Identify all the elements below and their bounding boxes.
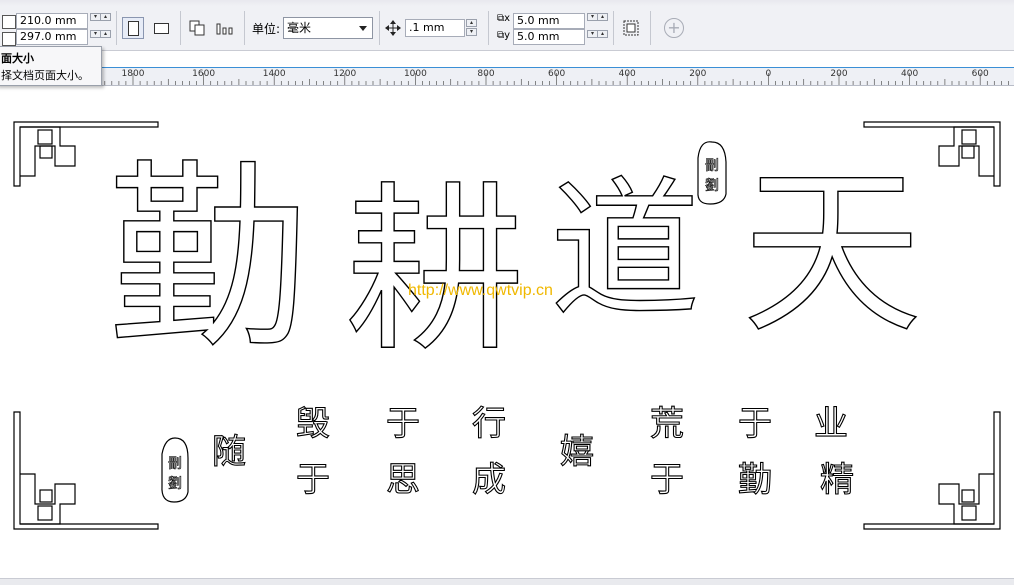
tooltip-description: 择文档页面大小。 (1, 69, 89, 82)
tooltip-title: 面大小 (1, 52, 34, 65)
separator (650, 11, 651, 45)
page-height-spin-down[interactable]: ▴ (100, 30, 111, 38)
ruler-label: 1800 (121, 69, 145, 79)
ruler-label: 600 (548, 69, 566, 79)
title-char: 耕 (344, 167, 526, 376)
ruler-label: 200 (689, 69, 707, 79)
separator (116, 11, 117, 45)
ruler-label: 1600 (192, 69, 216, 79)
separator (244, 11, 245, 45)
motto-char: 于 (385, 403, 420, 444)
motto-char: 于 (649, 459, 684, 500)
ruler-label: 400 (618, 69, 636, 79)
motto-char: 于 (295, 459, 330, 500)
motto-char: 嬉 (559, 431, 594, 472)
motto-char: 思 (385, 459, 420, 500)
ruler-ticks (5, 73, 1009, 85)
ruler-label: 800 (477, 69, 495, 79)
ruler-label: 1200 (333, 69, 357, 79)
duplicate-x-spin-down[interactable]: ▴ (597, 13, 608, 21)
add-page-icon[interactable]: + (664, 18, 684, 38)
separator (613, 11, 614, 45)
horizontal-ruler[interactable]: 1800 1600 1400 1200 1000 800 600 400 200 0 200 400 6… (0, 68, 1014, 86)
separator (180, 11, 181, 45)
duplicate-x-field[interactable]: 5.0 mm (513, 13, 585, 29)
ruler-guide-line (0, 67, 1014, 68)
page-height-icon (2, 32, 16, 46)
svg-text:劉: 劉 (168, 476, 182, 492)
watermark-text: http://www.qwtvip.cn (408, 282, 553, 299)
landscape-button[interactable] (150, 17, 172, 39)
tooltip: 面大小 择文档页面大小。 (0, 46, 102, 86)
title-char: 勤 (107, 143, 309, 376)
units-label: 单位: (252, 22, 281, 36)
duplicate-x-icon: ⧉x (497, 13, 511, 24)
motto-char: 毁 (295, 403, 330, 444)
ruler-label: 600 (971, 69, 989, 79)
motto-char: 于 (737, 403, 772, 444)
ruler-label: 1400 (262, 69, 286, 79)
ruler-label: 200 (830, 69, 848, 79)
ruler-label: 0 (765, 69, 772, 79)
all-pages-button[interactable] (186, 17, 208, 39)
nudge-distance-field[interactable]: .1 mm (405, 19, 465, 37)
separator (379, 11, 380, 45)
title-char: 道 (549, 164, 701, 338)
motto-char: 荒 (649, 403, 684, 444)
page-width-icon (2, 15, 16, 29)
units-dropdown[interactable]: 毫米 (283, 17, 373, 39)
page-layout-icon (216, 23, 233, 35)
treat-as-filled-button[interactable] (620, 17, 642, 39)
motto-char: 业 (813, 403, 848, 444)
portrait-button[interactable] (122, 17, 144, 39)
page-height-field[interactable]: 297.0 mm (16, 29, 88, 45)
landscape-page-icon (153, 22, 169, 34)
duplicate-y-icon: ⧉y (497, 30, 511, 41)
nudge-move-icon (385, 20, 401, 36)
svg-text:刪: 刪 (705, 158, 719, 174)
title-char: 天 (741, 149, 923, 358)
ruler-label: 1000 (403, 69, 427, 79)
motto-char: 成 (471, 459, 506, 500)
drawing-canvas[interactable]: 刪 劉 刪 劉 勤 耕 道 天 http://www.qwtvip.cn 随 毁… (0, 86, 1014, 578)
page-width-spin-down[interactable]: ▴ (100, 13, 111, 21)
motto-char: 精 (819, 459, 854, 500)
property-bar: 210.0 mm ▾ ▴ 297.0 mm ▾ ▴ 单位: 毫米 .1 mm ▴… (0, 0, 1014, 51)
nudge-spin-down[interactable]: ▾ (466, 28, 477, 36)
duplicate-y-spin-down[interactable]: ▴ (597, 30, 608, 38)
select-frame-icon (623, 20, 639, 36)
ruler-label: 400 (901, 69, 919, 79)
chevron-down-icon (359, 26, 367, 31)
motto-char: 行 (471, 403, 506, 444)
separator (488, 11, 489, 45)
nudge-spin-up[interactable]: ▴ (466, 19, 477, 27)
all-pages-icon (189, 20, 205, 36)
page-width-field[interactable]: 210.0 mm (16, 13, 88, 29)
current-page-button[interactable] (214, 17, 236, 39)
duplicate-y-field[interactable]: 5.0 mm (513, 29, 585, 45)
motto-char: 勤 (737, 459, 772, 500)
portrait-page-icon (127, 20, 139, 36)
svg-text:劉: 劉 (705, 178, 719, 194)
svg-text:刪: 刪 (168, 456, 182, 472)
motto-char: 随 (211, 431, 246, 472)
toolbar-top-strip (0, 0, 1014, 6)
